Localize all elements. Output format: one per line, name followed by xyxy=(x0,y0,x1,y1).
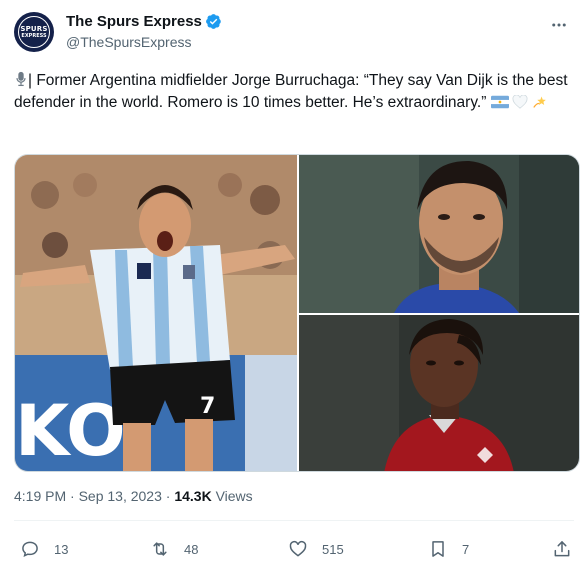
microphone-icon xyxy=(16,71,26,87)
bookmark-count: 7 xyxy=(462,541,470,557)
timestamp[interactable]: 4:19 PM · Sep 13, 2023 · xyxy=(14,488,174,504)
tweet-text: | Former Argentina midfielder Jorge Burr… xyxy=(14,70,574,114)
photo-burruchaga[interactable]: KO 7 xyxy=(15,155,297,472)
retweet-button[interactable]: 48 xyxy=(150,532,198,566)
svg-text:7: 7 xyxy=(200,394,215,419)
photo-romero[interactable] xyxy=(299,155,579,313)
avatar-text-bottom: EXPRESS xyxy=(21,32,47,39)
tweet-body: | Former Argentina midfielder Jorge Burr… xyxy=(14,72,568,111)
dizzy-star-icon xyxy=(532,96,546,108)
more-options-icon[interactable] xyxy=(548,14,570,36)
action-bar: 13 48 515 7 xyxy=(14,532,580,566)
divider xyxy=(14,520,574,521)
share-icon xyxy=(554,541,570,557)
retweet-count: 48 xyxy=(184,541,199,557)
photo-van-dijk[interactable] xyxy=(299,315,579,471)
retweet-icon xyxy=(153,542,167,556)
reply-button[interactable]: 13 xyxy=(20,532,68,566)
views-count: 14.3K xyxy=(174,488,212,504)
white-heart-icon xyxy=(512,95,528,109)
bookmark-icon xyxy=(432,541,444,557)
tweet-header: SPURS EXPRESS The Spurs Express @TheSpur… xyxy=(14,12,574,54)
avatar-logo: SPURS EXPRESS xyxy=(18,16,50,48)
verified-badge-icon xyxy=(205,14,221,29)
media-grid[interactable]: KO 7 xyxy=(14,154,580,472)
reply-icon xyxy=(22,541,38,557)
like-count: 515 xyxy=(322,541,344,557)
share-button[interactable] xyxy=(552,532,572,566)
avatar-text-top: SPURS xyxy=(20,24,48,33)
handle[interactable]: @TheSpursExpress xyxy=(66,34,222,50)
views-label: Views xyxy=(211,488,253,504)
avatar[interactable]: SPURS EXPRESS xyxy=(14,12,54,52)
bookmark-button[interactable]: 7 xyxy=(428,532,469,566)
display-name[interactable]: The Spurs Express xyxy=(66,13,202,30)
reply-count: 13 xyxy=(54,541,69,557)
heart-icon xyxy=(289,540,307,557)
argentina-flag-icon xyxy=(490,95,509,109)
author-names: The Spurs Express @TheSpursExpress xyxy=(66,13,222,50)
svg-text:KO: KO xyxy=(15,390,126,472)
tweet-meta: 4:19 PM · Sep 13, 2023 · 14.3K Views xyxy=(14,488,253,504)
like-button[interactable]: 515 xyxy=(288,532,344,566)
